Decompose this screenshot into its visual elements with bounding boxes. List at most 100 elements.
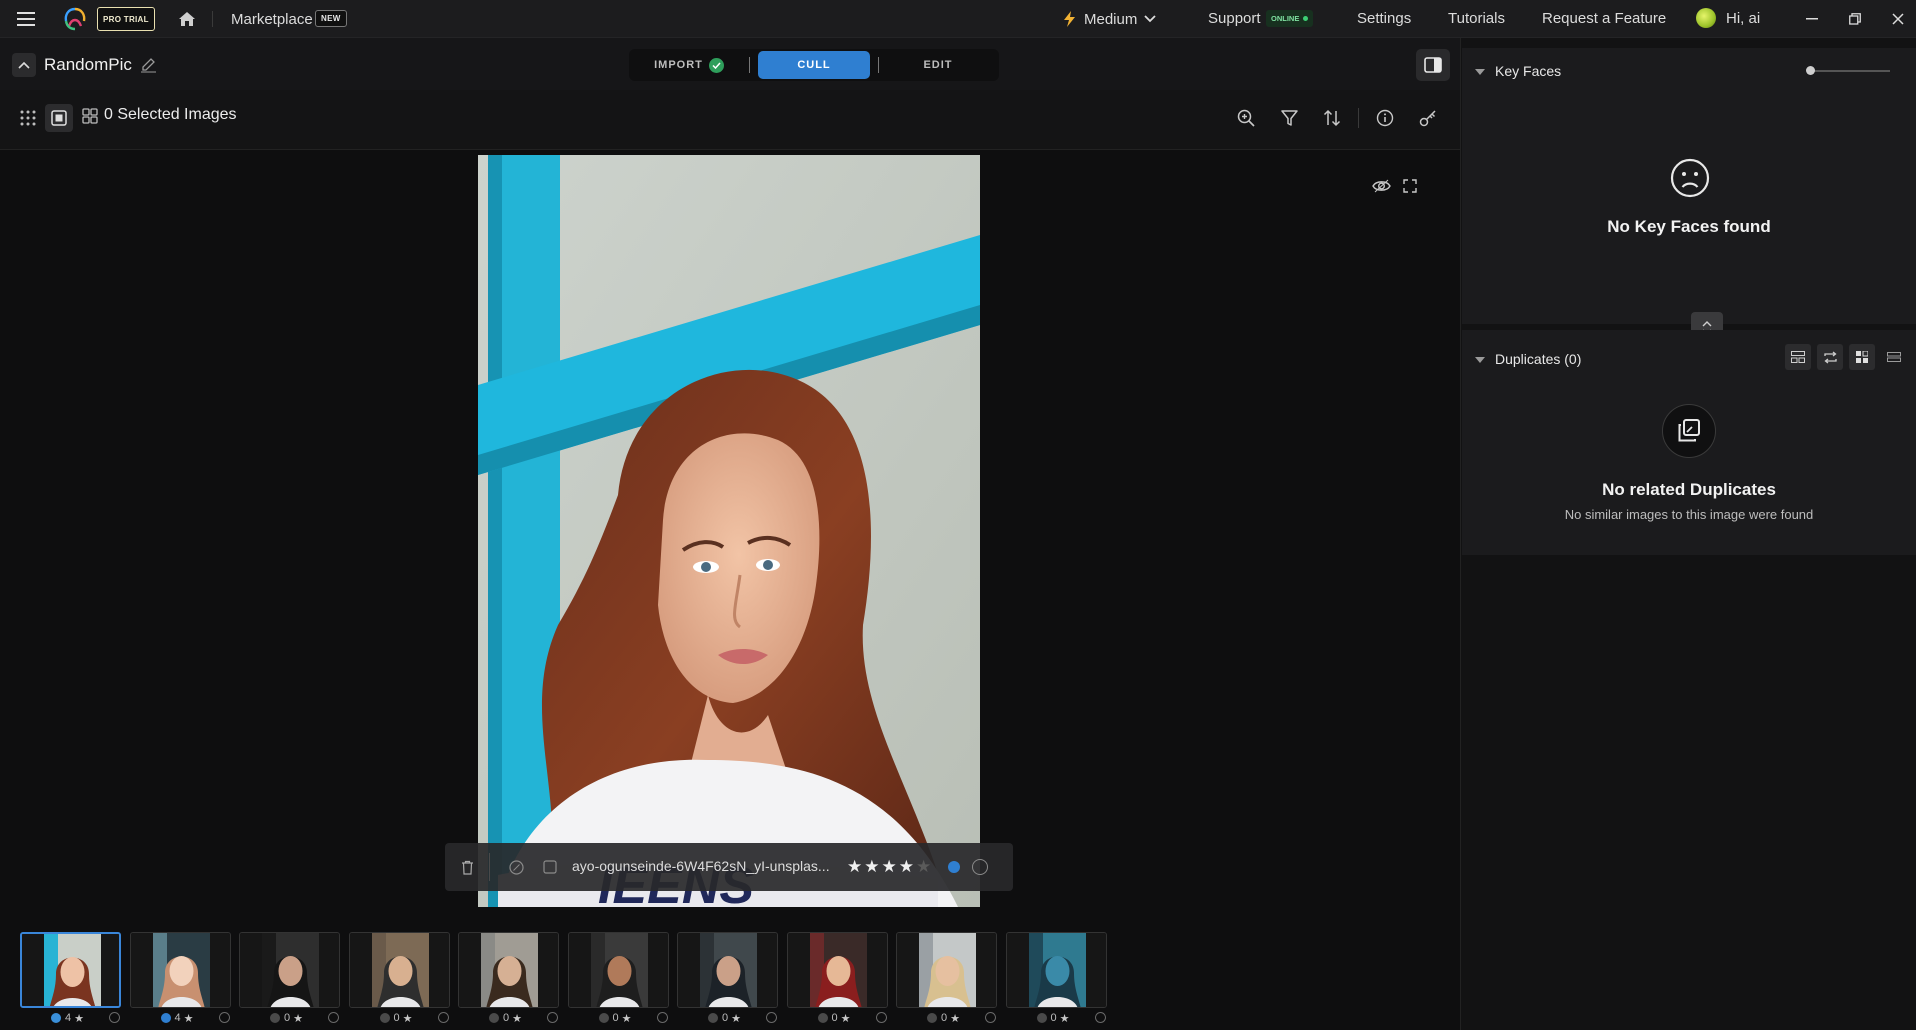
tab-cull[interactable]: CULL [758, 51, 870, 79]
user-menu[interactable]: Hi, ai [1696, 8, 1760, 28]
speed-dropdown[interactable]: Medium [1062, 10, 1157, 28]
edit-pencil-icon[interactable] [138, 54, 158, 74]
grid-view-icon[interactable] [14, 104, 42, 132]
toggle-side-panel-button[interactable] [1416, 49, 1450, 81]
collapse-project-button[interactable] [12, 53, 36, 77]
support-link[interactable]: Support [1208, 10, 1261, 27]
star-icon[interactable]: ★ [882, 857, 897, 877]
lightning-icon [1062, 10, 1076, 28]
fullscreen-icon[interactable] [1400, 176, 1420, 196]
workflow-stage-bar: IMPORT CULL EDIT [629, 49, 999, 81]
home-icon[interactable] [176, 9, 198, 29]
star-icon[interactable]: ★ [864, 857, 879, 877]
color-label-dot[interactable] [160, 1013, 171, 1023]
color-label-dot[interactable] [51, 1013, 61, 1023]
more-circle-icon[interactable] [1094, 1012, 1106, 1023]
filmstrip-thumbnail[interactable] [20, 932, 121, 1008]
color-label-dot[interactable] [1036, 1013, 1047, 1023]
eye-visibility-icon[interactable] [1370, 176, 1392, 196]
grid-small-icon[interactable] [1849, 344, 1875, 370]
more-circle-icon[interactable] [766, 1012, 777, 1023]
color-label-dot[interactable] [927, 1013, 937, 1023]
support-label: Support [1208, 10, 1261, 27]
hamburger-menu-icon[interactable] [16, 9, 36, 29]
tab-import[interactable]: IMPORT [629, 51, 749, 79]
collapse-triangle-icon[interactable] [1474, 354, 1486, 366]
star-icon[interactable]: ★ [916, 857, 931, 877]
key-faces-slider[interactable] [1806, 66, 1890, 75]
color-label-dot[interactable] [817, 1013, 828, 1023]
thumbnail-meta: 4 ★ [160, 1010, 241, 1026]
main-photo[interactable]: IEENS [478, 155, 980, 907]
filmstrip-thumbnail[interactable] [1005, 932, 1107, 1008]
speed-label: Medium [1084, 10, 1138, 28]
filmstrip-thumbnail[interactable] [786, 932, 888, 1008]
more-circle-icon[interactable] [328, 1012, 339, 1023]
star-icon[interactable]: ★ [899, 857, 914, 877]
key-icon[interactable] [1414, 104, 1442, 132]
select-checkbox-icon[interactable] [542, 859, 558, 875]
color-label-dot[interactable] [379, 1013, 390, 1023]
star-icon: ★ [1059, 1012, 1070, 1025]
pro-trial-badge[interactable]: PRO TRIAL [97, 7, 155, 31]
thumbnail-meta: 0 ★ [1036, 1010, 1117, 1026]
more-circle-icon[interactable] [547, 1012, 558, 1023]
slider-handle[interactable] [1806, 66, 1815, 75]
color-label-dot[interactable] [948, 861, 960, 873]
compare-view-icon[interactable] [81, 107, 99, 125]
settings-label: Settings [1357, 10, 1412, 27]
thumbnail-rating: 0 [1050, 1012, 1057, 1024]
filmstrip-thumbnail[interactable] [567, 932, 669, 1008]
greeting-label: Hi, ai [1726, 9, 1761, 27]
tutorials-label: Tutorials [1448, 10, 1505, 27]
filter-icon[interactable] [1275, 104, 1303, 132]
trash-icon[interactable] [459, 859, 475, 875]
color-label-dot[interactable] [708, 1013, 718, 1023]
collapse-triangle-icon[interactable] [1474, 66, 1486, 78]
info-icon[interactable] [1371, 104, 1399, 132]
more-circle-icon[interactable] [972, 859, 988, 875]
tutorials-link[interactable]: Tutorials [1448, 10, 1505, 27]
more-circle-icon[interactable] [985, 1012, 996, 1023]
thumbnail-image [787, 933, 887, 1007]
duplicates-empty-icon-wrap [1662, 404, 1716, 458]
more-circle-icon[interactable] [109, 1012, 120, 1023]
marketplace-link[interactable]: Marketplace [231, 11, 313, 28]
restore-icon[interactable] [1845, 9, 1865, 29]
sort-icon[interactable] [1318, 104, 1346, 132]
selected-images-count: 0 Selected Images [104, 106, 237, 123]
cull-label: CULL [797, 59, 831, 71]
more-circle-icon[interactable] [218, 1012, 230, 1023]
minimize-icon[interactable] [1802, 9, 1822, 29]
filmstrip-thumbnail[interactable] [458, 932, 559, 1008]
color-label-dot[interactable] [598, 1013, 609, 1023]
repeat-icon[interactable] [1817, 344, 1843, 370]
color-label-dot[interactable] [270, 1013, 280, 1023]
more-circle-icon[interactable] [656, 1012, 668, 1023]
rating-stars[interactable]: ★ ★ ★ ★ ★ [847, 857, 933, 877]
more-circle-icon[interactable] [875, 1012, 887, 1023]
tab-edit[interactable]: EDIT [879, 51, 997, 79]
zoom-in-icon[interactable] [1232, 104, 1260, 132]
color-label-dot[interactable] [489, 1013, 499, 1023]
star-icon: ★ [512, 1012, 522, 1025]
divider [1358, 108, 1359, 128]
thumbnail-meta: 4 ★ [51, 1010, 131, 1026]
more-circle-icon[interactable] [437, 1012, 449, 1023]
settings-link[interactable]: Settings [1357, 10, 1411, 27]
filmstrip-thumbnail[interactable] [129, 932, 231, 1008]
stack-view-icon[interactable] [1785, 344, 1811, 370]
filmstrip-thumbnail[interactable] [348, 932, 450, 1008]
star-icon: ★ [183, 1012, 194, 1025]
thumbnail-image [130, 933, 230, 1007]
filmstrip-thumbnail[interactable] [896, 932, 997, 1008]
close-icon[interactable] [1888, 9, 1908, 29]
star-icon[interactable]: ★ [847, 857, 862, 877]
filmstrip-thumbnail[interactable] [239, 932, 340, 1008]
request-feature-link[interactable]: Request a Feature [1542, 10, 1666, 27]
reject-circle-icon[interactable] [508, 859, 524, 875]
filmstrip-thumbnail[interactable] [677, 932, 778, 1008]
single-view-icon[interactable] [45, 104, 73, 132]
star-icon: ★ [402, 1012, 413, 1025]
list-view-icon[interactable] [1881, 344, 1907, 370]
